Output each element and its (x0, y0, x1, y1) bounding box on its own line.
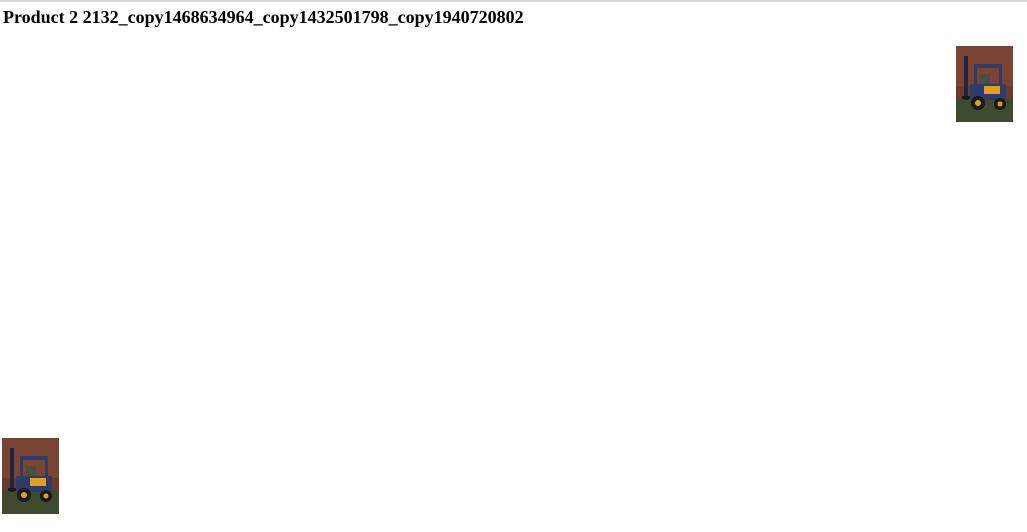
product-image-thumbnail[interactable] (956, 46, 1013, 122)
product-title: Product 2 2132_copy1468634964_copy143250… (3, 7, 524, 27)
product-image-main[interactable] (2, 438, 59, 514)
forklift-photo-icon (2, 438, 59, 514)
browser-top-edge (0, 0, 1027, 2)
forklift-photo-icon (956, 46, 1013, 122)
